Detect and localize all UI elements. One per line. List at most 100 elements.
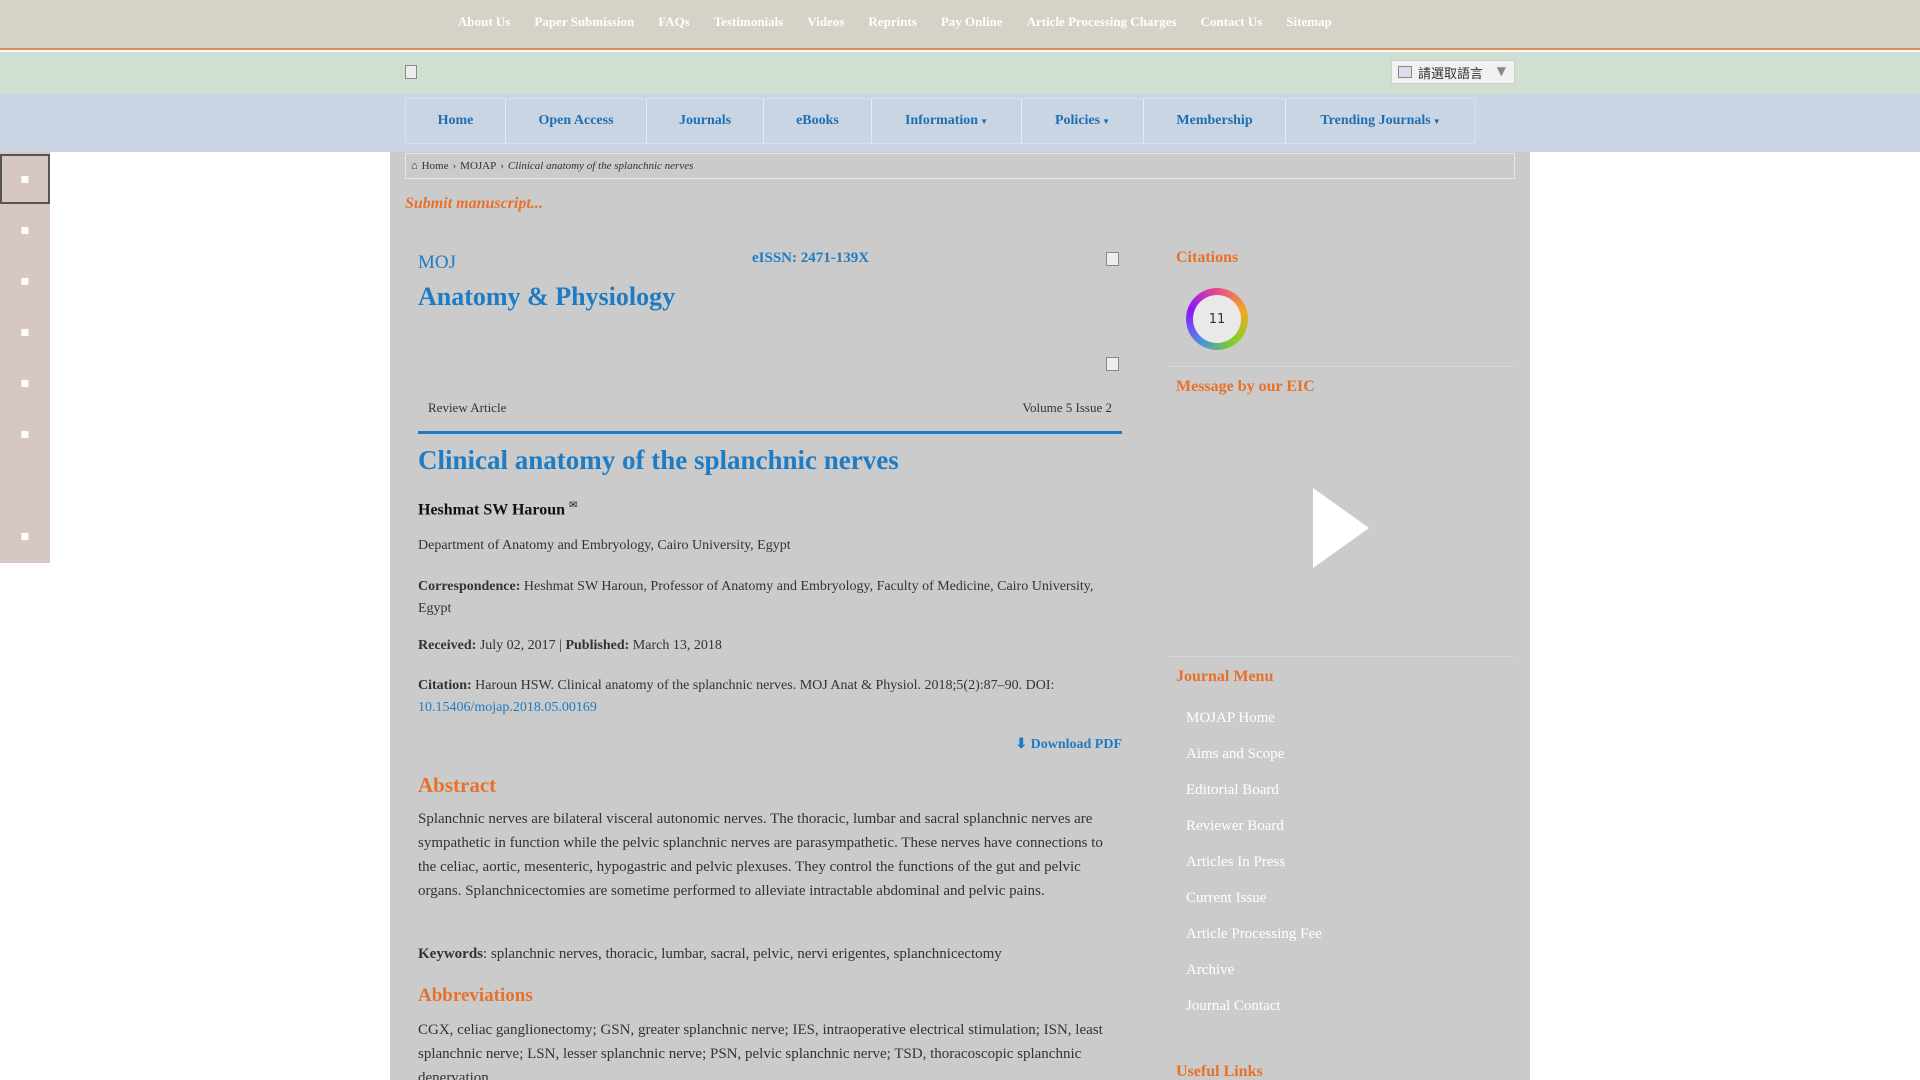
top-nav-about-us[interactable]: About Us <box>458 14 510 30</box>
citations-heading: Citations <box>1176 249 1239 266</box>
logo-strip: 請選取語言 ▼ <box>0 52 1920 94</box>
useful-links-heading: Useful Links <box>1176 1063 1263 1080</box>
author-affiliation: Department of Anatomy and Embryology, Ca… <box>418 538 791 553</box>
sidebar-divider <box>1168 366 1514 367</box>
article-type: Review Article <box>428 400 507 415</box>
top-nav-list: About Us Paper Submission FAQs Testimoni… <box>458 14 1356 30</box>
chevron-down-icon: ▼ <box>1496 64 1506 78</box>
download-icon: ⬇ <box>1015 737 1028 752</box>
article-volume: Volume 5 Issue 2 <box>1022 400 1112 415</box>
home-icon: ⌂ <box>411 160 418 172</box>
menu-information[interactable]: Information ▼ <box>872 99 1022 143</box>
keywords-label: Keywords <box>418 946 483 962</box>
menu-policies[interactable]: Policies ▼ <box>1022 99 1144 143</box>
social-share-bar: ▪ ▪ ▪ ▪ ▪ ▪ ▪ <box>0 152 50 563</box>
abstract-heading: Abstract <box>418 773 497 797</box>
menu-membership[interactable]: Membership <box>1144 99 1286 143</box>
article-meta-bar: Review Article Volume 5 Issue 2 <box>418 400 1122 434</box>
submit-manuscript-link[interactable]: Submit manuscript... <box>405 195 543 213</box>
journal-name: Anatomy & Physiology <box>418 282 676 311</box>
language-select[interactable]: 請選取語言 ▼ <box>1391 60 1515 84</box>
facebook-icon[interactable]: ▪ <box>0 154 50 204</box>
abbreviations-text: CGX, celiac ganglionectomy; GSN, greater… <box>418 1022 1103 1080</box>
menu-ebooks[interactable]: eBooks <box>764 99 872 143</box>
journal-menu-contact[interactable]: Journal Contact <box>1186 998 1322 1034</box>
play-icon[interactable] <box>1313 488 1369 568</box>
dimensions-badge[interactable]: 11 <box>1186 288 1248 350</box>
site-logo[interactable] <box>405 65 417 79</box>
breadcrumb-separator-icon: › <box>452 160 457 172</box>
whatsapp-icon[interactable]: ▪ <box>0 358 50 408</box>
citation: Citation: Haroun HSW. Clinical anatomy o… <box>418 675 1122 719</box>
author-name: Heshmat SW Haroun <box>418 501 565 519</box>
doi-link[interactable]: 10.15406/mojap.2018.05.00169 <box>418 700 597 715</box>
menu-home-label: Home <box>437 113 474 128</box>
menu-information-label: Information <box>904 113 979 128</box>
journal-menu-reviewer-board[interactable]: Reviewer Board <box>1186 818 1322 854</box>
menu-journals[interactable]: Journals <box>647 99 764 143</box>
journal-menu-current-issue[interactable]: Current Issue <box>1186 890 1322 926</box>
language-select-label: 請選取語言 <box>1418 66 1484 82</box>
journal-menu-apc[interactable]: Article Processing Fee <box>1186 926 1322 962</box>
menu-trending-journals[interactable]: Trending Journals ▼ <box>1286 99 1475 143</box>
eissn: eISSN: 2471-139X <box>752 250 870 266</box>
eic-message-heading: Message by our EIC <box>1176 378 1315 395</box>
menu-ebooks-label: eBooks <box>796 113 839 128</box>
journal-menu-editorial-board[interactable]: Editorial Board <box>1186 782 1322 818</box>
pinterest-icon[interactable]: ▪ <box>0 409 50 459</box>
journal-menu-archive[interactable]: Archive <box>1186 962 1322 998</box>
top-nav-paper-submission[interactable]: Paper Submission <box>534 14 634 30</box>
twitter-icon[interactable]: ▪ <box>0 205 50 255</box>
top-nav-sitemap[interactable]: Sitemap <box>1286 14 1332 30</box>
received-date: July 02, 2017 <box>479 638 556 653</box>
download-pdf-button[interactable]: ⬇ Download PDF <box>418 736 1122 753</box>
journal-cover-image <box>1106 252 1119 266</box>
correspondence-label: Correspondence: <box>418 579 521 594</box>
menu-open-access[interactable]: Open Access <box>506 99 647 143</box>
menu-home[interactable]: Home <box>406 99 506 143</box>
top-nav-apc[interactable]: Article Processing Charges <box>1027 14 1177 30</box>
journal-menu-home[interactable]: MOJAP Home <box>1186 710 1322 746</box>
linkedin-icon[interactable]: ▪ <box>0 256 50 306</box>
breadcrumb-current: Clinical anatomy of the splanchnic nerve… <box>507 160 694 172</box>
top-nav-pay-online[interactable]: Pay Online <box>941 14 1003 30</box>
journal-menu-aims-scope[interactable]: Aims and Scope <box>1186 746 1322 782</box>
menu-trending-journals-label: Trending Journals <box>1320 113 1431 128</box>
citation-text: Haroun HSW. Clinical anatomy of the spla… <box>475 678 1055 693</box>
email-icon[interactable]: ✉ <box>569 500 577 511</box>
keywords: Keywords: splanchnic nerves, thoracic, l… <box>418 946 1122 963</box>
journal-menu-articles-in-press[interactable]: Articles In Press <box>1186 854 1322 890</box>
published-date: March 13, 2018 <box>632 638 722 653</box>
caret-down-icon: ▼ <box>1432 116 1441 126</box>
top-nav-videos[interactable]: Videos <box>807 14 844 30</box>
journal-menu-heading: Journal Menu <box>1176 668 1274 685</box>
menu-membership-label: Membership <box>1176 113 1253 128</box>
sidebar-divider <box>1168 656 1514 657</box>
top-nav-reprints[interactable]: Reprints <box>868 14 916 30</box>
top-navbar: About Us Paper Submission FAQs Testimoni… <box>0 0 1920 50</box>
correspondence: Correspondence: Heshmat SW Haroun, Profe… <box>418 576 1122 620</box>
menu-policies-label: Policies <box>1054 113 1101 128</box>
breadcrumb: ⌂ Home › MOJAP › Clinical anatomy of the… <box>405 153 1515 179</box>
journal-menu: MOJAP Home Aims and Scope Editorial Boar… <box>1186 710 1322 1034</box>
published-label: Published: <box>565 638 630 653</box>
main-menu: Home Open Access Journals eBooks Informa… <box>405 98 1476 144</box>
menu-open-access-label: Open Access <box>538 113 614 128</box>
top-nav-testimonials[interactable]: Testimonials <box>714 14 784 30</box>
breadcrumb-separator-icon: › <box>500 160 504 172</box>
breadcrumb-journal[interactable]: MOJAP <box>460 160 496 172</box>
menu-journals-label: Journals <box>678 113 732 128</box>
journal-badge-image <box>1106 357 1119 371</box>
email-icon[interactable]: ▪ <box>0 307 50 357</box>
breadcrumb-home[interactable]: Home <box>422 160 449 172</box>
top-nav-contact-us[interactable]: Contact Us <box>1201 14 1263 30</box>
abbreviations-heading: Abbreviations <box>418 985 533 1006</box>
citation-label: Citation: <box>418 678 472 693</box>
google-translate-icon <box>1398 66 1412 78</box>
abstract-text: Splanchnic nerves are bilateral visceral… <box>418 811 1103 899</box>
caret-down-icon: ▼ <box>1102 116 1111 126</box>
top-nav-faqs[interactable]: FAQs <box>658 14 690 30</box>
article-title: Clinical anatomy of the splanchnic nerve… <box>418 445 899 475</box>
share-more-icon[interactable]: ▪ <box>0 511 50 561</box>
caret-down-icon: ▼ <box>980 116 989 126</box>
